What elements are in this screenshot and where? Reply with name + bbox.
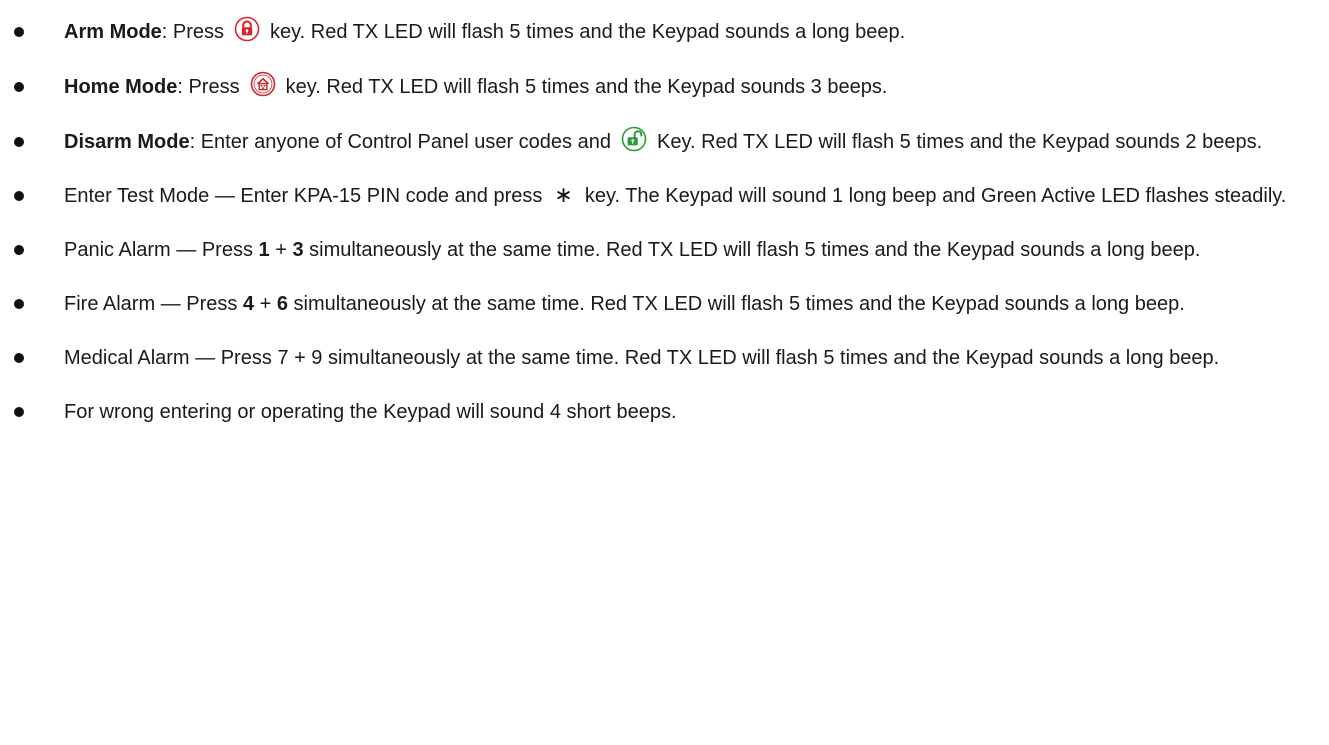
- list-item-wrong-entry: For wrong entering or operating the Keyp…: [0, 394, 1329, 430]
- list-item-panic-alarm: Panic Alarm — Press 1 + 3 simultaneously…: [0, 232, 1329, 268]
- bullet-dot: [14, 191, 24, 201]
- home-mode-label: Home Mode: [64, 76, 178, 98]
- fire-key-1: 4: [242, 293, 255, 315]
- panic-post: simultaneously at the same time. Red TX …: [309, 239, 1201, 261]
- bullet-dot: [14, 137, 24, 147]
- disarm-mode-post: Key. Red TX LED will flash 5 times and t…: [656, 131, 1263, 153]
- panic-pre: Panic Alarm — Press: [64, 239, 253, 261]
- list-item-home-mode: Home Mode: Press key. Red TX LED will fl…: [0, 69, 1329, 105]
- home-key-icon: [250, 71, 276, 97]
- instruction-list: Arm Mode: Press key. Red TX LED will fla…: [0, 14, 1329, 449]
- list-item-disarm-mode: Disarm Mode: Enter anyone of Control Pan…: [0, 124, 1329, 160]
- list-item-arm-mode: Arm Mode: Press key. Red TX LED will fla…: [0, 14, 1329, 50]
- test-mode-pre: Enter Test Mode — Enter KPA-15 PIN code …: [64, 185, 543, 207]
- bullet-dot: [14, 82, 24, 92]
- test-mode-post: key. The Keypad will sound 1 long beep a…: [584, 185, 1287, 207]
- arm-mode-label: Arm Mode: [64, 21, 162, 43]
- wrong-entry-text: For wrong entering or operating the Keyp…: [64, 401, 677, 423]
- disarm-mode-pre: : Enter anyone of Control Panel user cod…: [189, 131, 611, 153]
- fire-key-2: 6: [276, 293, 288, 315]
- arm-mode-post: key. Red TX LED will flash 5 times and t…: [270, 21, 906, 43]
- bullet-dot: [14, 407, 24, 417]
- bullet-dot: [14, 27, 24, 37]
- list-item-test-mode: Enter Test Mode — Enter KPA-15 PIN code …: [0, 178, 1329, 214]
- panic-key-2: 3: [292, 239, 304, 261]
- list-item-fire-alarm: Fire Alarm — Press 4 + 6 simultaneously …: [0, 286, 1329, 322]
- fire-post: simultaneously at the same time. Red TX …: [293, 293, 1185, 315]
- list-item-medical-alarm: Medical Alarm — Press 7 + 9 simultaneous…: [0, 340, 1329, 376]
- panic-plus: +: [275, 239, 287, 261]
- arm-mode-pre: : Press: [161, 21, 225, 43]
- star-key-icon: ∗: [554, 183, 573, 208]
- bullet-dot: [14, 299, 24, 309]
- home-mode-post: key. Red TX LED will flash 5 times and t…: [285, 76, 888, 98]
- panic-key-1: 1: [258, 239, 270, 261]
- document-page: Arm Mode: Press key. Red TX LED will fla…: [0, 0, 1329, 745]
- bullet-dot: [14, 245, 24, 255]
- fire-plus: +: [259, 293, 272, 315]
- medical-text: Medical Alarm — Press 7 + 9 simultaneous…: [64, 347, 1220, 369]
- disarm-mode-label: Disarm Mode: [64, 131, 190, 153]
- bullet-dot: [14, 353, 24, 363]
- fire-pre: Fire Alarm — Press: [64, 293, 238, 315]
- home-mode-pre: : Press: [177, 76, 240, 98]
- disarm-unlock-icon: [621, 126, 647, 152]
- arm-lock-icon: [234, 16, 260, 42]
